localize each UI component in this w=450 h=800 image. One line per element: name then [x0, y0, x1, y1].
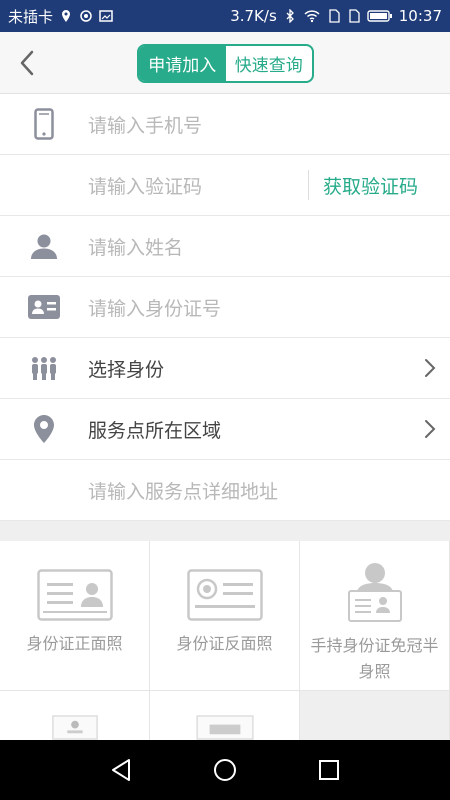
wifi-icon: [304, 10, 320, 23]
upload-slot-5[interactable]: [150, 691, 300, 741]
location-status-icon: [62, 10, 71, 22]
person-holding-id-icon: [347, 563, 402, 622]
chevron-right-icon: [425, 359, 436, 377]
idcard-input[interactable]: 请输入身份证号: [88, 294, 450, 321]
idcard-row: 请输入身份证号: [0, 277, 450, 338]
divider: [307, 170, 309, 200]
segmented-control: 申请加入 快速查询: [137, 44, 314, 83]
certificate-photo-icon: [195, 715, 254, 740]
sim-icon-2: [349, 9, 360, 23]
region-select-row[interactable]: 服务点所在区域: [0, 399, 450, 460]
header: 申请加入 快速查询: [0, 32, 450, 94]
bluetooth-icon: [286, 9, 294, 23]
upload-id-back-label: 身份证反面照: [176, 634, 273, 653]
grid-empty-slot: [300, 691, 450, 741]
upload-id-front-label: 身份证正面照: [26, 634, 123, 653]
phone-row: 请输入手机号: [0, 94, 450, 155]
location-pin-icon: [34, 415, 54, 443]
group-icon: [32, 357, 56, 380]
sim-icon-1: [329, 9, 340, 23]
upload-id-back[interactable]: 身份证反面照: [150, 541, 300, 691]
id-card-back-icon: [186, 569, 263, 621]
image-status-icon: [99, 10, 113, 22]
application-form: 请输入手机号 请输入验证码 获取验证码 请输入姓名 请输入身份证号 选择身份 服…: [0, 94, 450, 741]
phone-input[interactable]: 请输入手机号: [88, 111, 450, 138]
clock: 10:37: [398, 7, 442, 25]
region-select-label: 服务点所在区域: [88, 419, 222, 442]
name-row: 请输入姓名: [0, 216, 450, 277]
name-input[interactable]: 请输入姓名: [88, 233, 450, 260]
code-row: 请输入验证码 获取验证码: [0, 155, 450, 216]
address-row: 请输入服务点详细地址: [0, 460, 450, 521]
recents-square-icon[interactable]: [318, 759, 340, 781]
back-triangle-icon[interactable]: [110, 758, 132, 782]
identity-select-row[interactable]: 选择身份: [0, 338, 450, 399]
document-photo-icon: [51, 715, 98, 740]
person-icon: [31, 234, 57, 259]
photo-upload-grid: 身份证正面照 身份证反面照 手持身份证免冠半身照: [0, 541, 450, 741]
verification-code-input[interactable]: 请输入验证码: [88, 172, 308, 199]
id-card-icon: [28, 295, 60, 319]
carrier-text: 未插卡: [8, 7, 54, 26]
home-circle-icon[interactable]: [213, 758, 237, 782]
system-nav-bar: [0, 740, 450, 800]
identity-select-label: 选择身份: [88, 358, 165, 381]
battery-icon: [367, 10, 392, 22]
upload-holding-id[interactable]: 手持身份证免冠半身照: [300, 541, 450, 691]
get-code-button[interactable]: 获取验证码: [323, 172, 418, 199]
id-card-front-icon: [36, 569, 113, 621]
tab-apply-join[interactable]: 申请加入: [139, 46, 226, 81]
nfc-status-icon: [80, 10, 92, 22]
chevron-right-icon: [425, 420, 436, 438]
back-button[interactable]: [12, 46, 42, 80]
phone-icon: [34, 108, 54, 140]
upload-holding-id-label: 手持身份证免冠半身照: [310, 636, 439, 681]
tab-quick-query[interactable]: 快速查询: [226, 46, 313, 81]
chevron-left-icon: [20, 50, 34, 76]
upload-slot-4[interactable]: [0, 691, 150, 741]
status-bar: 未插卡 3.7K/s 10:37: [0, 0, 450, 32]
network-speed: 3.7K/s: [230, 7, 277, 25]
address-input[interactable]: 请输入服务点详细地址: [0, 477, 450, 504]
upload-id-front[interactable]: 身份证正面照: [0, 541, 150, 691]
section-gap: [0, 521, 450, 541]
